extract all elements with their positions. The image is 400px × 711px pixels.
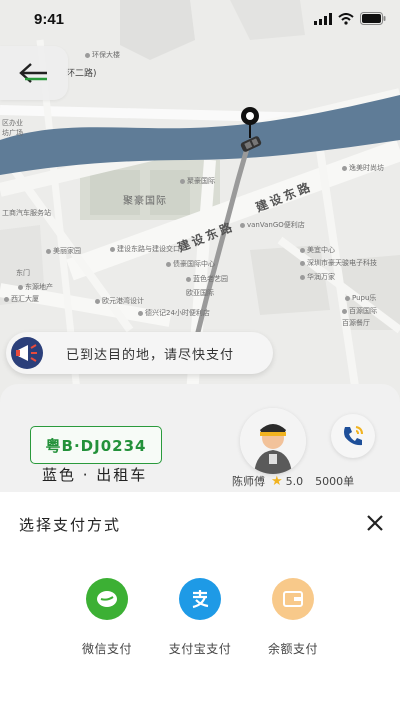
- map-poi-label: 美丽家园: [46, 246, 81, 256]
- map-poi-label: 坊广场: [2, 129, 23, 137]
- battery-icon: [360, 12, 386, 25]
- wechat-icon: [86, 578, 128, 620]
- map-poi-label: 百源餐厅: [342, 319, 370, 327]
- arrow-left-icon: [19, 63, 47, 83]
- map-poi-label: vanVanGO便利店: [240, 220, 305, 230]
- driver-orders: 5000单: [315, 475, 355, 488]
- map-poi-label: 东源地产: [18, 282, 53, 292]
- signal-icon: [314, 12, 332, 25]
- pay-option-label: 微信支付: [81, 642, 132, 656]
- status-time: 9:41: [34, 11, 65, 28]
- pay-option-label: 支付宝支付: [168, 642, 232, 656]
- status-icons: [314, 12, 386, 25]
- map-poi-label: 聚豪国际: [180, 176, 215, 186]
- driver-avatar[interactable]: [240, 408, 306, 474]
- map-poi-label: 蓝色老艺园: [186, 274, 228, 284]
- map-poi-label: 区办业: [2, 119, 23, 127]
- close-icon[interactable]: [364, 512, 386, 534]
- pay-option-label: 余额支付: [267, 642, 318, 656]
- map-poi-label: 工商汽车服务站: [2, 209, 51, 217]
- map-poi-label: 华润万家: [300, 272, 335, 282]
- status-bar: 9:41: [0, 0, 400, 40]
- map-poi-label: 深圳市豪天骏电子科技: [300, 258, 377, 268]
- driver-meta: 陈师傅 ★ 5.0 5000单: [232, 473, 354, 489]
- car-marker-icon: [240, 136, 262, 152]
- back-button[interactable]: [0, 46, 68, 100]
- map-poi-label: 建设东路与建设交口: [110, 244, 180, 254]
- map-poi-label: 美宜中心: [300, 245, 335, 255]
- map-poi-label: 百源国际: [342, 306, 377, 316]
- car-description: 蓝色 · 出租车: [42, 466, 148, 484]
- wallet-icon: [272, 578, 314, 620]
- call-driver-button[interactable]: [331, 414, 375, 458]
- map-poi-label: 欧元港湾设计: [95, 296, 144, 306]
- driver-avatar-icon: [240, 408, 306, 474]
- wifi-icon: [338, 12, 354, 25]
- license-plate: 粤B·DJ0234: [30, 426, 162, 464]
- driver-name: 陈师傅: [232, 475, 265, 488]
- map-poi-label: 聚豪国际: [123, 196, 167, 207]
- map-road-label: 环二路): [66, 69, 97, 79]
- pay-option-balance[interactable]: 余额支付: [248, 578, 338, 668]
- payment-sheet: 选择支付方式 微信支付 支付宝支付 余额支付: [0, 492, 400, 711]
- payment-title: 选择支付方式: [19, 516, 122, 534]
- alipay-icon: [179, 578, 221, 620]
- map-poi-label: 东门: [16, 269, 30, 277]
- pay-option-alipay[interactable]: 支付宝支付: [155, 578, 245, 668]
- map-poi-label: 逸美时尚坊: [342, 163, 384, 173]
- map-poi-label: Pupu乐: [345, 293, 376, 303]
- map-poi-label: 欧亚国际: [186, 289, 214, 297]
- pay-option-wechat[interactable]: 微信支付: [62, 578, 152, 668]
- map-poi-label: 环保大楼: [85, 50, 120, 60]
- megaphone-icon: [11, 337, 43, 369]
- star-icon: ★: [271, 473, 283, 489]
- driver-rating: 5.0: [285, 474, 304, 488]
- arrival-notice: 已到达目的地，请尽快支付: [6, 332, 273, 374]
- map-poi-label: 西汇大厦: [4, 294, 39, 304]
- map-poi-label: 债豪国际中心: [166, 259, 215, 269]
- phone-icon: [344, 426, 363, 446]
- map-poi-label: 德兴记24小时便利店: [138, 308, 210, 318]
- arrival-message: 已到达目的地，请尽快支付: [66, 347, 235, 363]
